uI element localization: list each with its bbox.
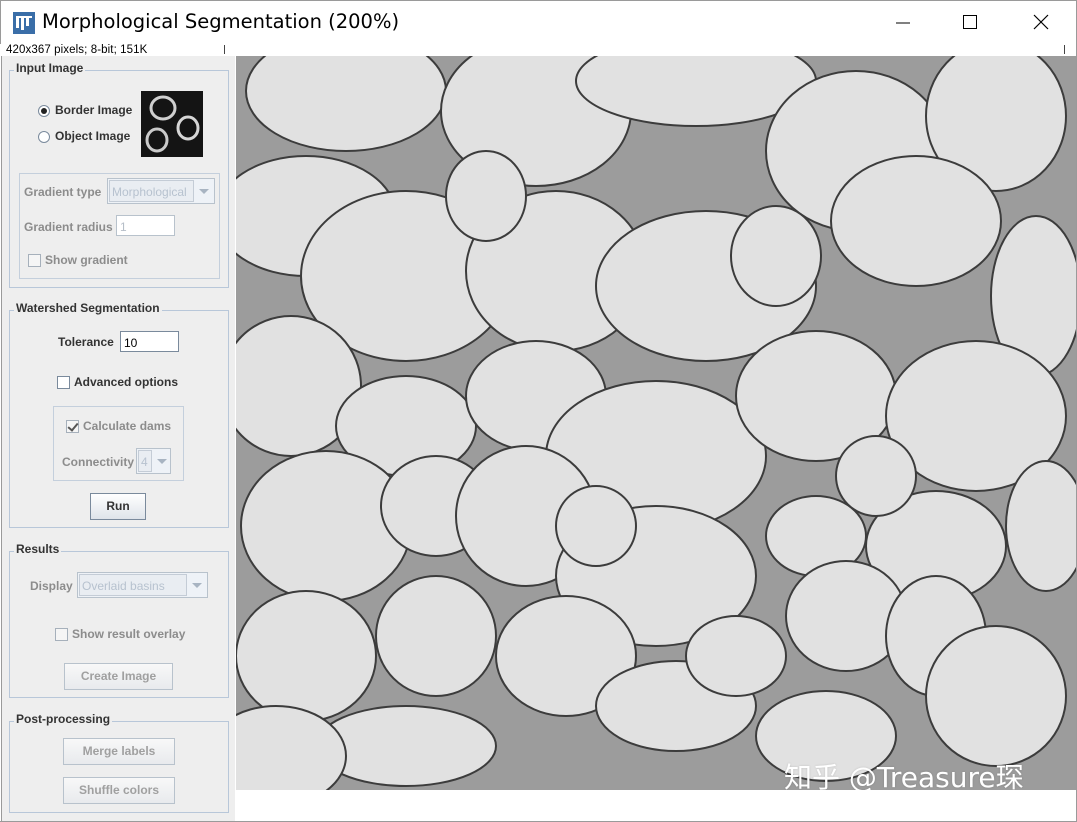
tolerance-label: Tolerance (58, 335, 114, 349)
display-value: Overlaid basins (79, 574, 187, 596)
cell (685, 615, 787, 697)
canvas-footer (236, 790, 1076, 821)
connectivity-value: 4 (138, 450, 152, 472)
gradient-radius-input[interactable] (116, 215, 175, 236)
close-icon (1033, 14, 1049, 30)
gradient-type-select[interactable]: Morphological (107, 178, 215, 204)
tissue-image (236, 56, 1076, 790)
object-image-radio[interactable] (38, 131, 50, 143)
results-group: Results Display Overlaid basins Show res… (9, 542, 229, 698)
shuffle-colors-button[interactable]: Shuffle colors (63, 777, 175, 804)
cell (555, 485, 637, 567)
border-image-label: Border Image (55, 103, 133, 117)
cell (1005, 460, 1076, 592)
merge-labels-button[interactable]: Merge labels (63, 738, 175, 765)
input-image-legend: Input Image (14, 61, 86, 75)
control-panel: Input Image Border Image Object Image Gr… (1, 56, 235, 821)
cell (445, 150, 527, 242)
cell (236, 590, 377, 722)
border-image-radio[interactable] (38, 105, 50, 117)
close-button[interactable] (1007, 1, 1077, 45)
gradient-type-label: Gradient type (24, 185, 102, 199)
imagej-icon (13, 12, 35, 34)
show-result-overlay-checkbox[interactable] (55, 628, 68, 641)
image-canvas[interactable]: 知乎 @Treasure琛 (236, 56, 1076, 790)
show-result-overlay-label: Show result overlay (72, 627, 186, 641)
display-label: Display (30, 579, 73, 593)
cell (835, 435, 917, 517)
display-select[interactable]: Overlaid basins (77, 572, 208, 598)
gradient-radius-label: Gradient radius (24, 220, 113, 234)
object-image-label: Object Image (55, 129, 131, 143)
maximize-button[interactable] (936, 1, 1006, 45)
cell (375, 575, 497, 697)
show-gradient-label: Show gradient (45, 253, 128, 267)
minimize-icon (896, 22, 910, 24)
show-gradient-checkbox[interactable] (28, 254, 41, 267)
chevron-down-icon (194, 179, 214, 203)
results-legend: Results (14, 542, 62, 556)
cell (730, 205, 822, 307)
chevron-down-icon (152, 449, 170, 473)
minimize-button[interactable] (869, 1, 939, 45)
calculate-dams-label: Calculate dams (83, 419, 172, 433)
connectivity-select[interactable]: 4 (136, 448, 171, 474)
cell (830, 155, 1002, 287)
image-info: 420x367 pixels; 8-bit; 151K (6, 44, 148, 56)
gradient-options-group: Gradient type Morphological Gradient rad… (19, 173, 220, 279)
post-processing-legend: Post-processing (14, 712, 113, 726)
input-image-group: Input Image Border Image Object Image Gr… (9, 61, 229, 288)
calculate-dams-checkbox[interactable] (66, 420, 79, 433)
maximize-icon (963, 15, 977, 29)
advanced-options-group: Calculate dams Connectivity 4 (53, 406, 184, 481)
gradient-type-value: Morphological (109, 180, 194, 202)
connectivity-label: Connectivity (62, 455, 135, 469)
cell (925, 625, 1067, 767)
title-bar[interactable]: Morphological Segmentation (200%) (0, 0, 1077, 44)
input-image-thumbnail (141, 91, 203, 157)
info-divider (224, 45, 225, 54)
chevron-down-icon (187, 573, 207, 597)
window-title: Morphological Segmentation (200%) (42, 10, 400, 33)
watershed-group: Watershed Segmentation Tolerance Advance… (9, 301, 229, 528)
post-processing-group: Post-processing Merge labels Shuffle col… (9, 712, 229, 813)
watershed-legend: Watershed Segmentation (14, 301, 162, 315)
create-image-button[interactable]: Create Image (64, 663, 173, 690)
run-button[interactable]: Run (90, 493, 146, 520)
advanced-options-checkbox[interactable] (57, 376, 70, 389)
watermark-text: 知乎 @Treasure琛 (784, 761, 1024, 790)
info-divider (1064, 45, 1065, 54)
advanced-options-label: Advanced options (74, 375, 179, 389)
tolerance-input[interactable] (120, 331, 179, 352)
